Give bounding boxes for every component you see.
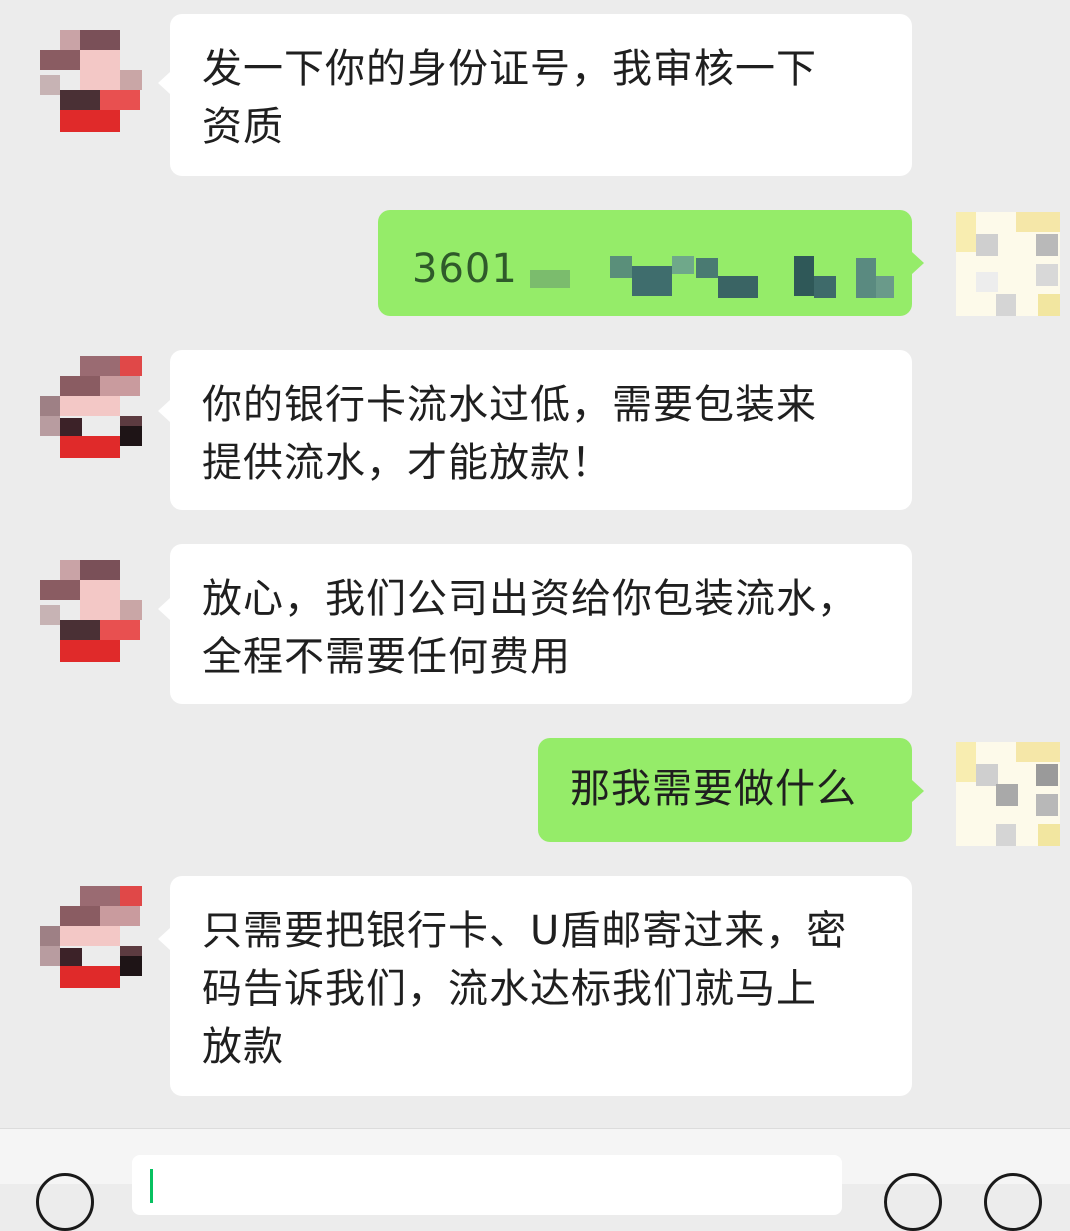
message-line: 码告诉我们，流水达标我们就马上 bbox=[202, 966, 817, 1012]
message-input[interactable] bbox=[132, 1155, 842, 1215]
message-bubble[interactable]: 你的银行卡流水过低，需要包装来 提供流水，才能放款！ bbox=[170, 350, 912, 510]
message-line: 全程不需要任何费用 bbox=[202, 634, 571, 680]
message-line: 发一下你的身份证号，我审核一下 bbox=[202, 46, 817, 92]
message-line: 放心，我们公司出资给你包装流水， bbox=[202, 576, 858, 622]
chat-input-bar bbox=[0, 1128, 1070, 1231]
message-bubble[interactable]: 只需要把银行卡、U盾邮寄过来，密 码告诉我们，流水达标我们就马上 放款 bbox=[170, 876, 912, 1096]
sender-avatar[interactable] bbox=[40, 560, 144, 664]
sender-avatar[interactable] bbox=[40, 886, 144, 990]
message-line: 提供流水，才能放款！ bbox=[202, 440, 612, 486]
message-line: 资质 bbox=[202, 104, 284, 150]
message-bubble[interactable]: 发一下你的身份证号，我审核一下 资质 bbox=[170, 14, 912, 176]
message-bubble[interactable]: 放心，我们公司出资给你包装流水， 全程不需要任何费用 bbox=[170, 544, 912, 704]
message-line: 放款 bbox=[202, 1024, 284, 1070]
sender-avatar[interactable] bbox=[40, 30, 144, 134]
plus-icon[interactable] bbox=[984, 1173, 1042, 1231]
sender-avatar[interactable] bbox=[40, 356, 144, 460]
message-text: 那我需要做什么 bbox=[570, 766, 857, 812]
my-avatar[interactable] bbox=[956, 212, 1060, 316]
text-caret bbox=[150, 1169, 153, 1203]
emoji-icon[interactable] bbox=[884, 1173, 942, 1231]
my-avatar[interactable] bbox=[956, 742, 1060, 846]
id-number-prefix: 3601 bbox=[412, 246, 518, 292]
voice-icon[interactable] bbox=[36, 1173, 94, 1231]
message-bubble[interactable]: 3601 bbox=[378, 210, 912, 316]
message-line: 你的银行卡流水过低，需要包装来 bbox=[202, 382, 817, 428]
message-line: 只需要把银行卡、U盾邮寄过来，密 bbox=[202, 908, 848, 954]
message-bubble[interactable]: 那我需要做什么 bbox=[538, 738, 912, 842]
